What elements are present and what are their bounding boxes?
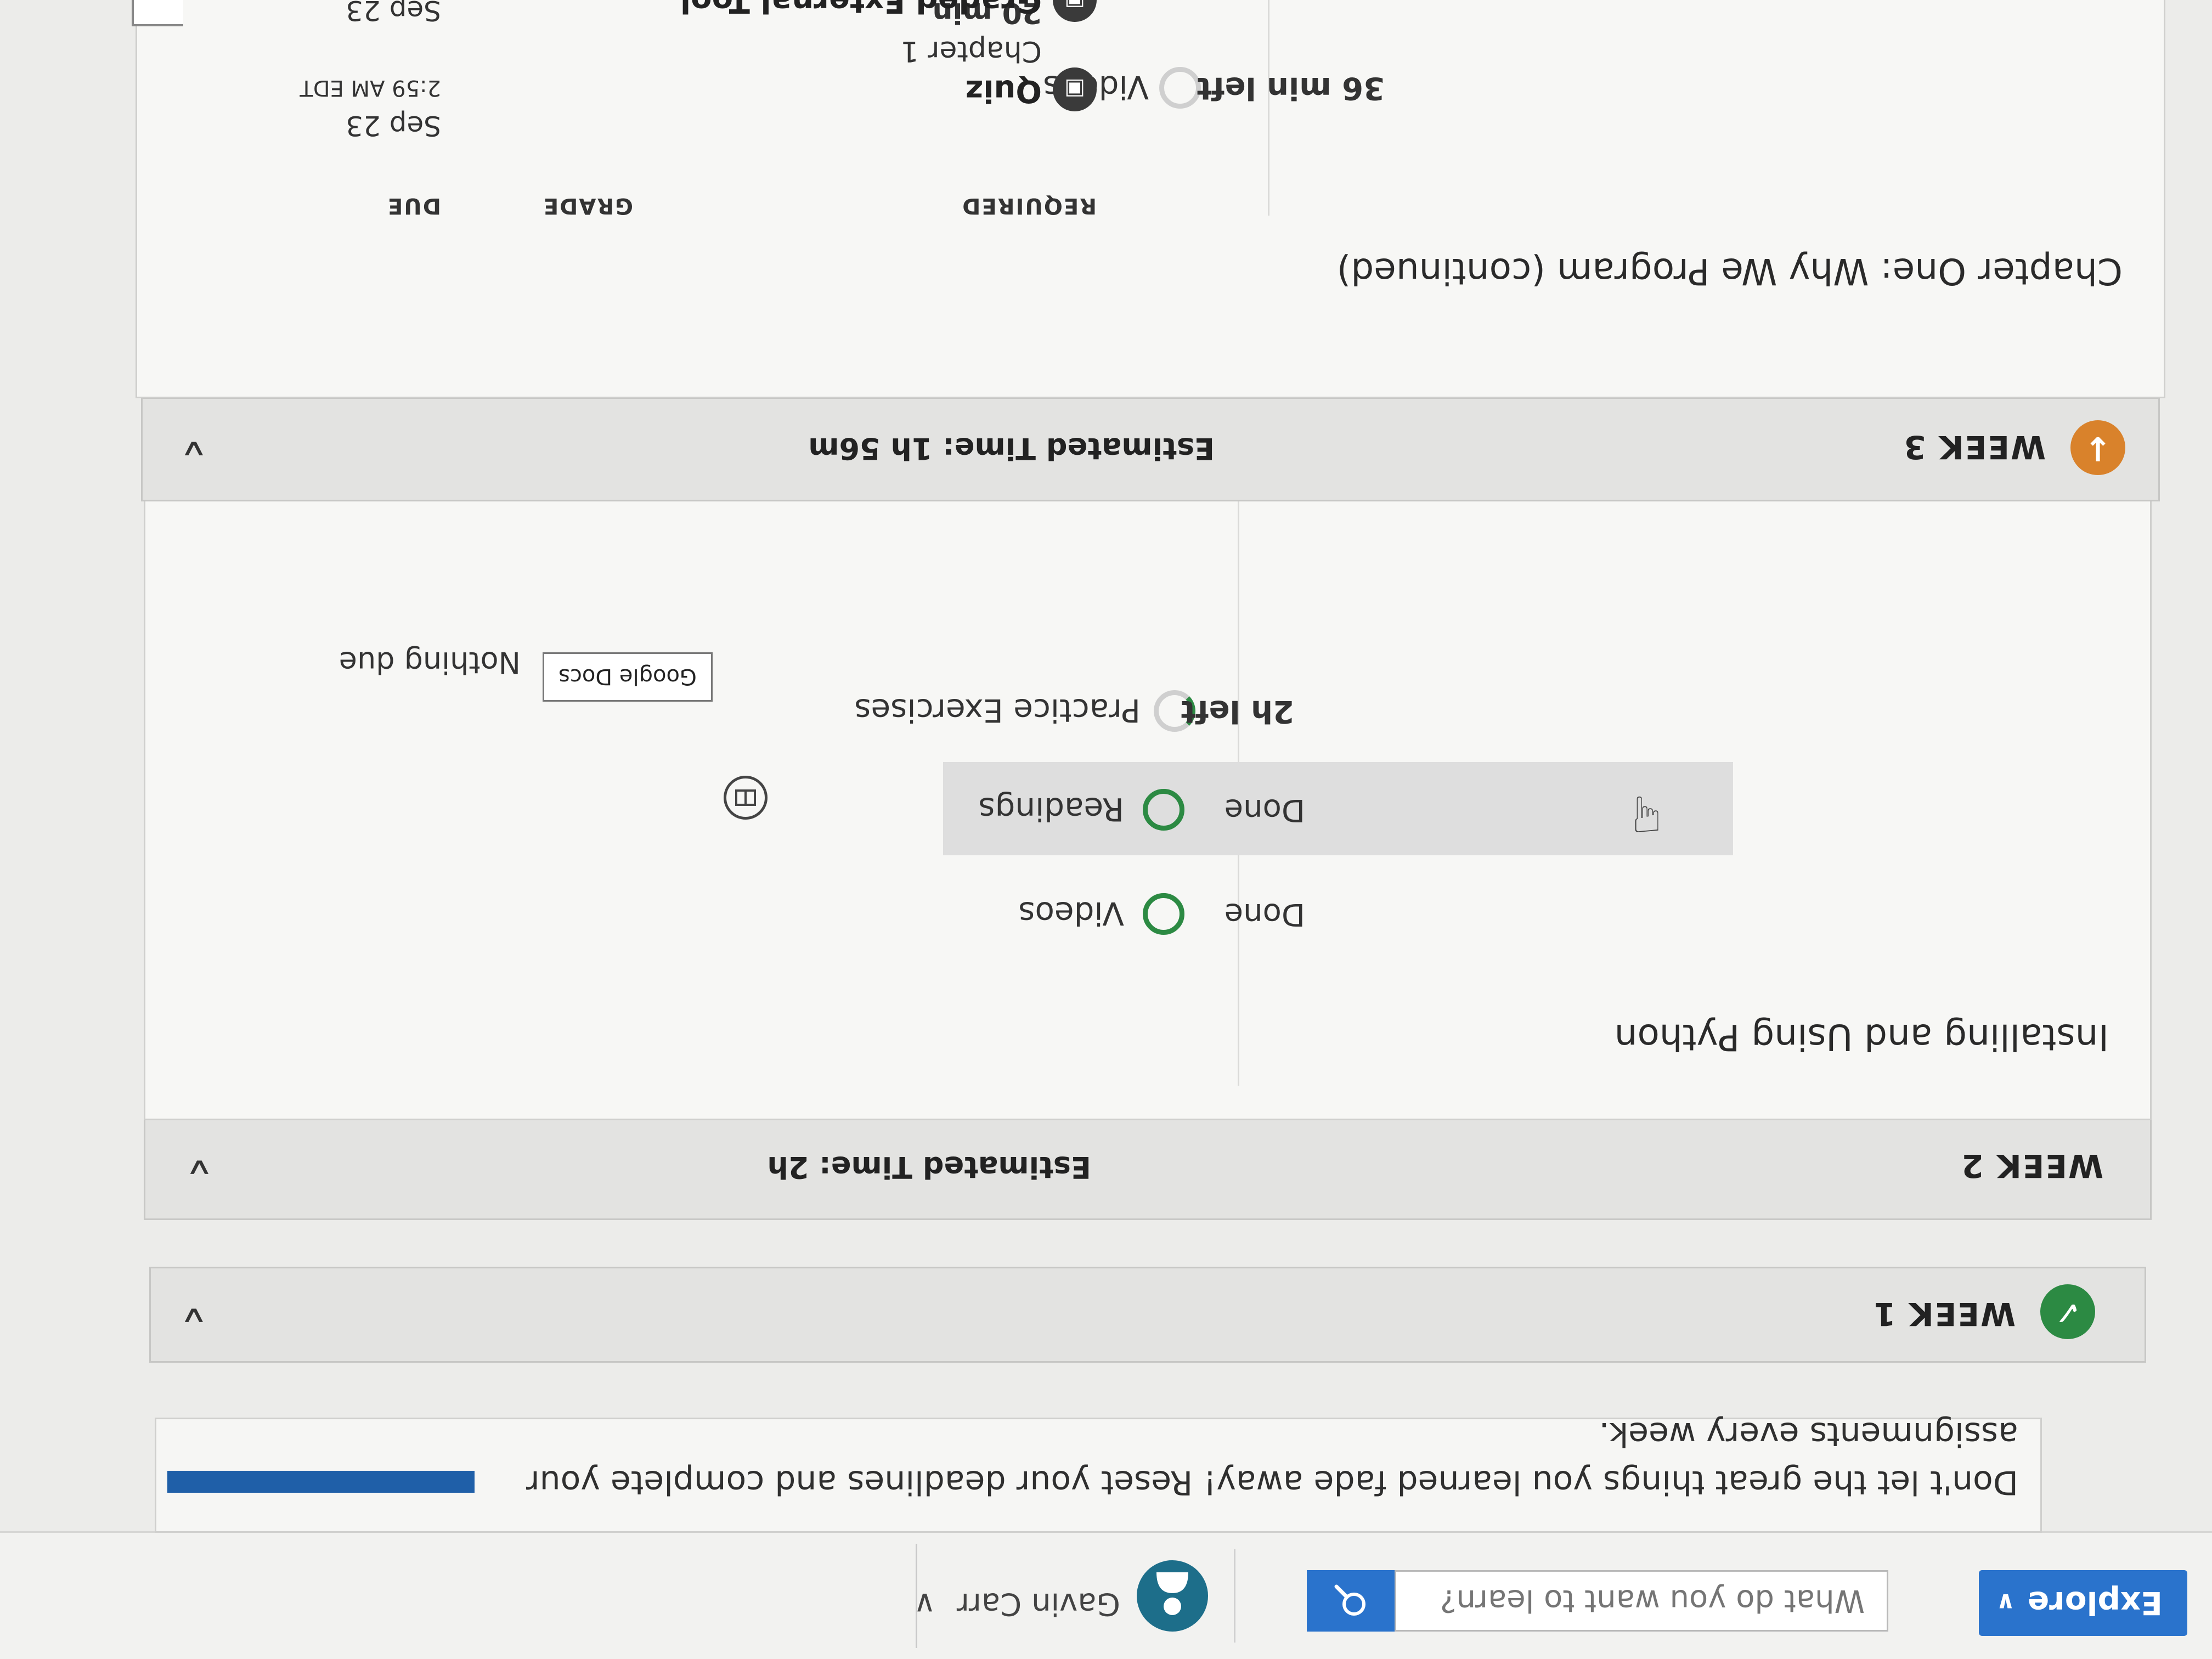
check-icon: ✓ (2040, 1284, 2095, 1339)
chevron-down-icon[interactable]: ∨ (180, 1303, 208, 1330)
quiz-due-date: Sep 23 (346, 110, 441, 142)
item-status: 36 min left (1197, 70, 1385, 106)
chevron-down-icon[interactable]: ∨ (185, 1155, 213, 1182)
week-label: WEEK 1 (1872, 1295, 2016, 1333)
item-status: 2h left (1181, 693, 1294, 729)
section-title: Chapter One: Why We Program (continued) (1336, 250, 2123, 292)
grade-column-header: GRADE (542, 193, 633, 218)
quiz-due-time: 2:59 AM EDT (300, 75, 441, 100)
search-input[interactable] (1395, 1570, 1888, 1632)
estimated-time: Estimated Time: 1h 56m (808, 431, 1215, 466)
week-2-header[interactable]: WEEK 2 Estimated Time: 2h ∨ (144, 1119, 2152, 1220)
week-label: WEEK 2 (1960, 1147, 2103, 1184)
progress-ring (1159, 67, 1201, 109)
item-status: Done (1224, 896, 1305, 932)
page: Explore ∨ Gavin Carr ∨ Don't let the grea… (0, 0, 2212, 1659)
header-divider (1234, 1549, 1235, 1643)
avatar[interactable] (1137, 1560, 1208, 1632)
pointer-hand-icon: ☝ (1632, 787, 1662, 844)
banner-text: Don't let the great things you learned f… (526, 1415, 2018, 1502)
user-menu[interactable]: Gavin Carr ∨ (913, 1586, 1120, 1622)
user-name: Gavin Carr (956, 1586, 1120, 1622)
explore-label: Explore (2027, 1584, 2163, 1622)
required-column-header: REQUIRED (961, 193, 1097, 218)
chevron-down-icon: ∨ (1996, 1588, 2016, 1616)
due-column-header: DUE (386, 193, 441, 218)
week-3-header[interactable]: ↓ WEEK 3 Estimated Time: 1h 56m ∨ (141, 397, 2160, 501)
lock-icon: ▣ (1053, 0, 1097, 22)
search-button[interactable] (1307, 1570, 1395, 1632)
progress-ring (1143, 789, 1184, 831)
quiz-title[interactable]: Quiz (966, 73, 1042, 109)
item-readings[interactable]: ☝ Readings Done (943, 762, 1733, 855)
week-label: WEEK 3 (1903, 428, 2046, 466)
estimated-time: Estimated Time: 2h (767, 1150, 1091, 1184)
week-1-header[interactable]: ✓ WEEK 1 ∨ (149, 1267, 2146, 1363)
reset-deadlines-bar[interactable] (167, 1471, 475, 1493)
item-status: Done (1224, 792, 1305, 828)
reminder-banner: Don't let the great things you learned f… (155, 1415, 2042, 1533)
week-3-status-icon: ↓ (2070, 420, 2125, 475)
book-icon[interactable] (724, 776, 768, 820)
chevron-down-icon[interactable]: ∨ (180, 436, 208, 463)
user-icon (1156, 1572, 1188, 1615)
search-icon (1334, 1584, 1365, 1616)
graded-external-tool-due-date: Sep 23 (346, 0, 441, 26)
explore-button[interactable]: Explore ∨ (1979, 1570, 2187, 1636)
item-label: Videos (1018, 895, 1124, 932)
week-3-content: Chapter One: Why We Program (continued) … (132, 0, 2165, 398)
nothing-due-text: Nothing due (338, 645, 521, 680)
lock-icon: ▣ (1053, 67, 1097, 111)
item-videos[interactable]: Videos Done (910, 866, 1700, 960)
item-label: Readings (978, 791, 1124, 828)
item-practice-exercises[interactable]: Practice Exercises 2h left (854, 663, 1733, 757)
top-navbar: Explore ∨ Gavin Carr ∨ (0, 1531, 2212, 1659)
item-label: Practice Exercises (854, 692, 1141, 729)
chevron-down-icon: ∨ (913, 1586, 936, 1622)
week-2-content: Installing and Using Python Videos Done … (144, 429, 2152, 1120)
google-docs-button[interactable]: Google Docs (543, 652, 713, 702)
section-title: Installing and Using Python (1614, 1016, 2109, 1058)
quiz-chapter: Chapter 1 (900, 35, 1042, 67)
side-tab[interactable] (132, 0, 183, 26)
item-videos[interactable]: Videos 36 min left (924, 40, 1714, 133)
graded-external-tool-title[interactable]: Graded External Tool (680, 0, 1042, 19)
progress-ring (1143, 893, 1184, 935)
